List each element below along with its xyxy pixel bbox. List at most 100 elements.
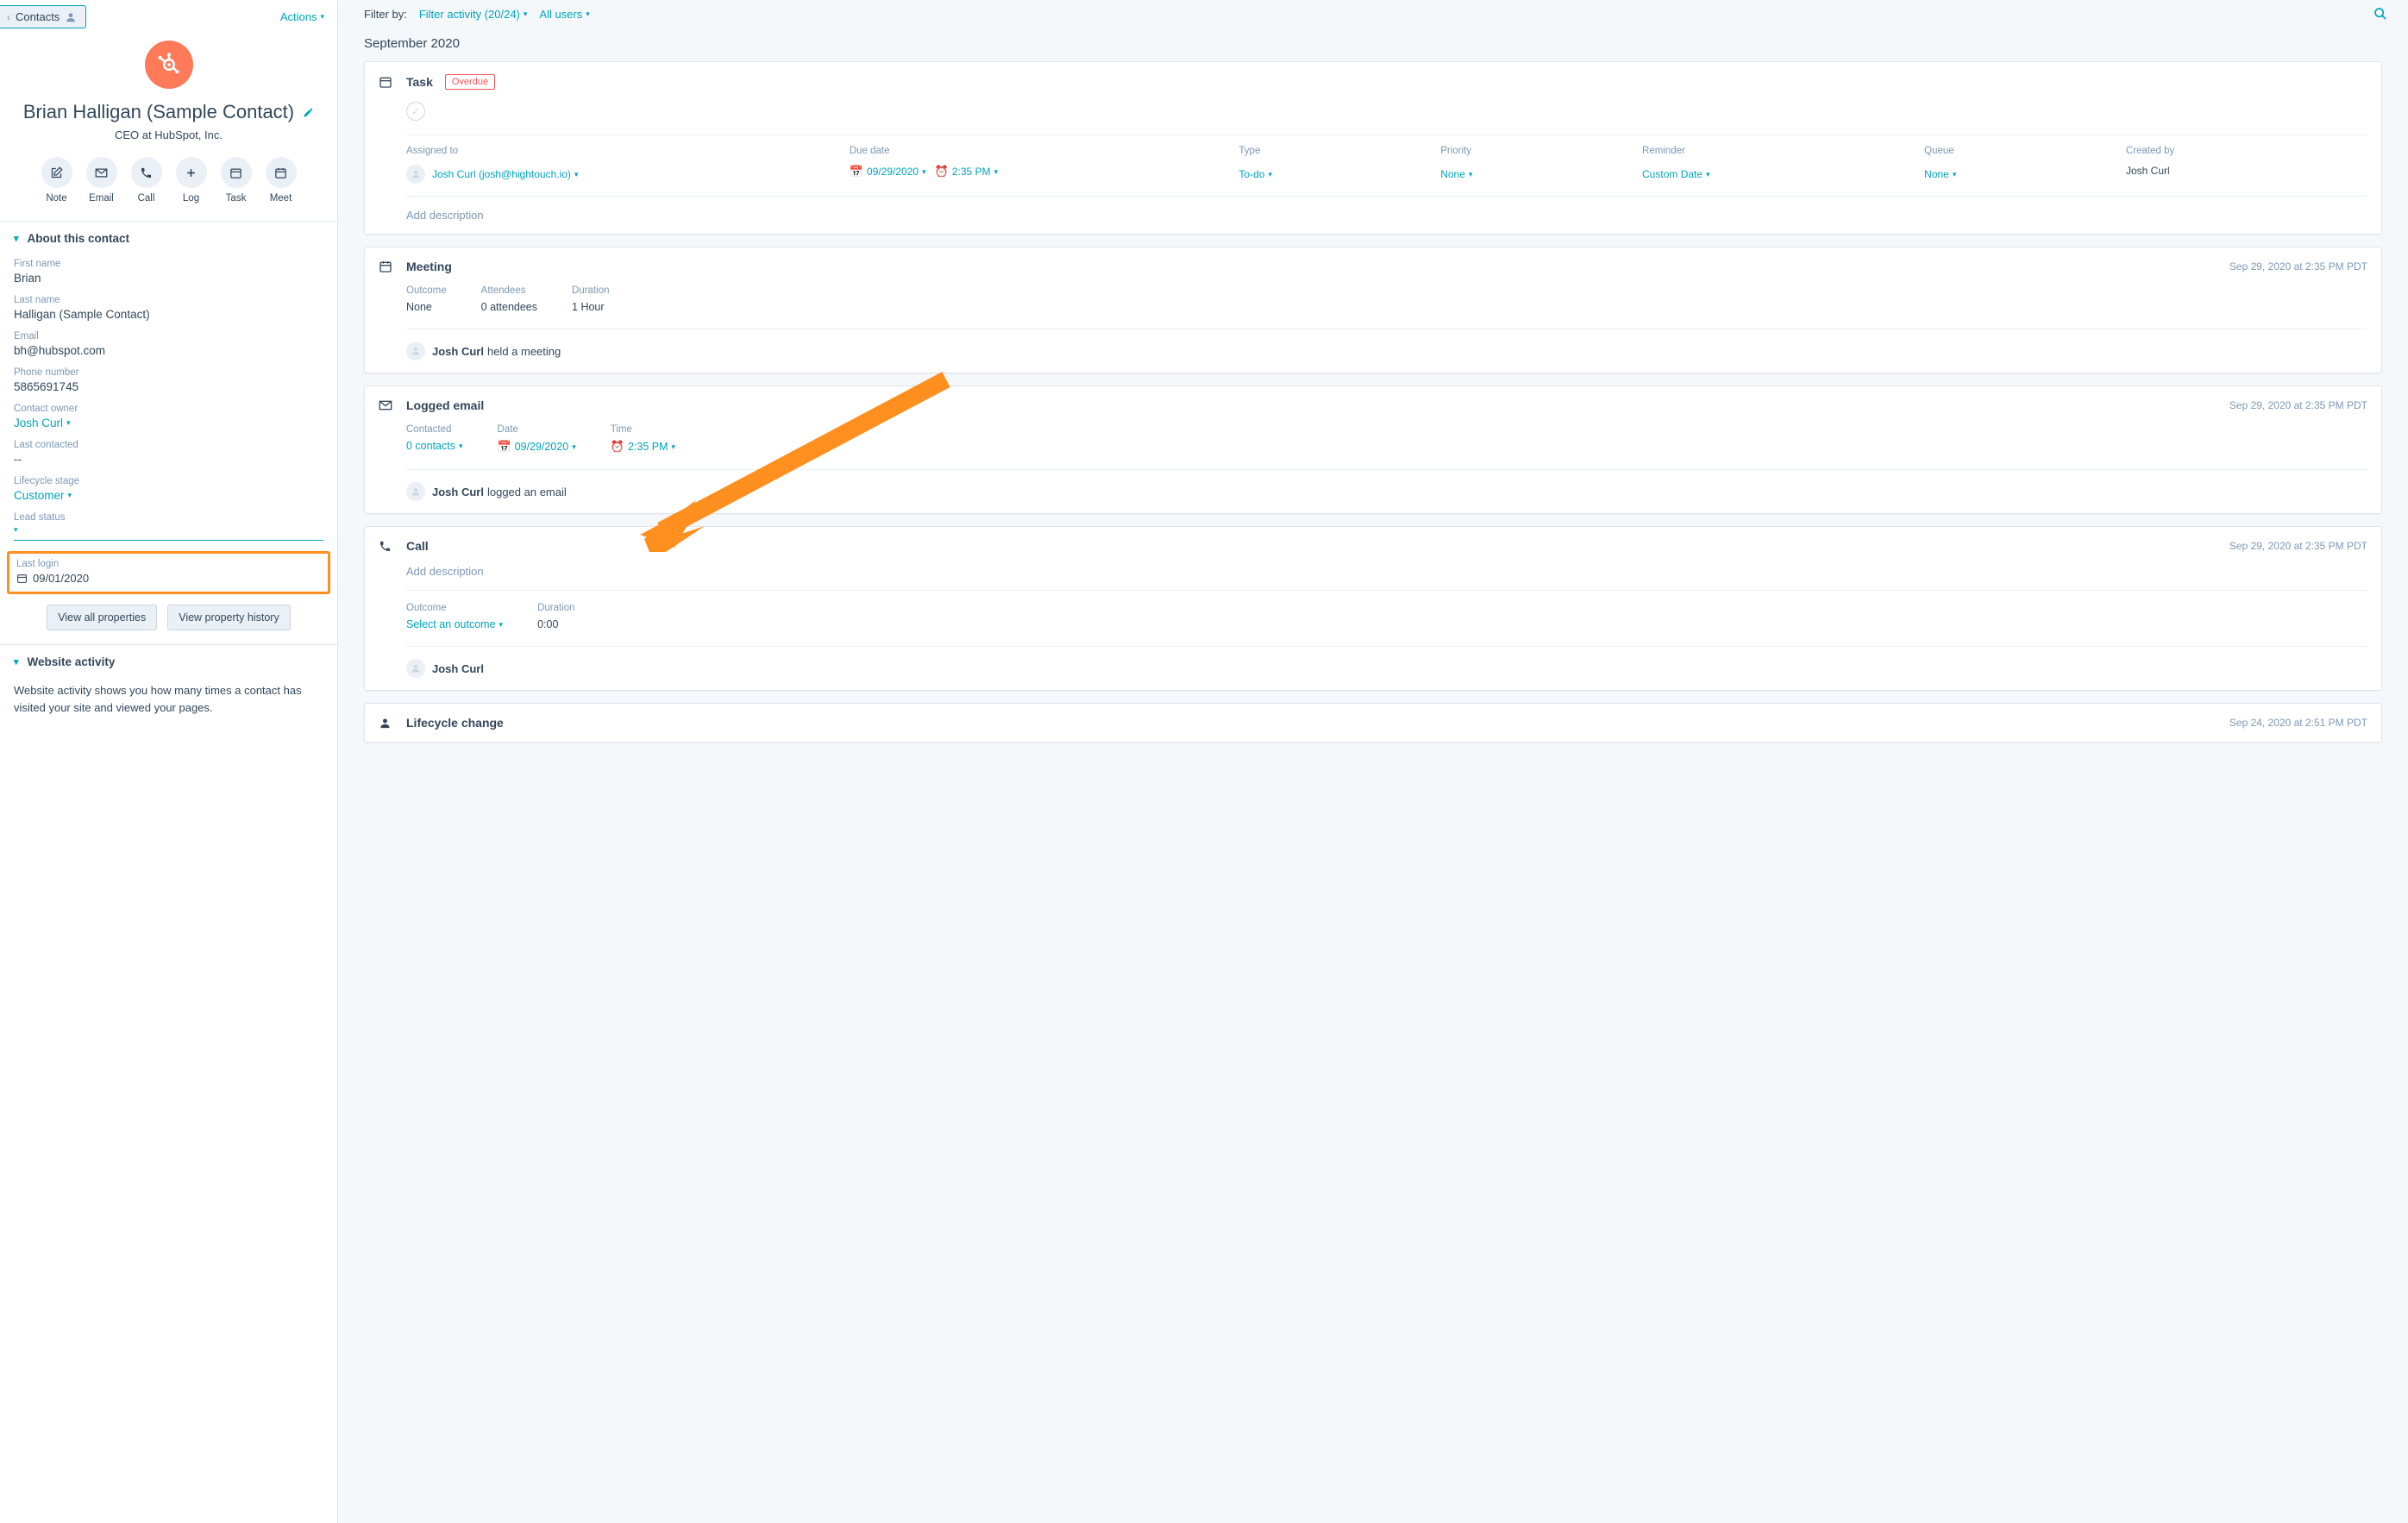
priority-label: Priority (1440, 146, 1628, 156)
sidebar-top-bar: ‹ Contacts Actions ▾ (0, 0, 337, 34)
add-description[interactable]: Add description (406, 196, 2367, 222)
filter-activity-dropdown[interactable]: Filter activity (20/24)▾ (419, 8, 528, 21)
overdue-badge: Overdue (445, 74, 495, 90)
edit-name-button[interactable] (303, 107, 314, 118)
card-title: Call (406, 539, 429, 553)
about-section-header[interactable]: ▾ About this contact (0, 221, 337, 255)
contacted-value[interactable]: 0 contacts ▾ (406, 440, 463, 452)
clock-icon: ⏰ (935, 165, 949, 178)
outcome-label: Outcome (406, 603, 503, 613)
actions-dropdown[interactable]: Actions ▾ (280, 10, 324, 23)
pencil-icon (303, 107, 314, 118)
calendar-icon: 📅 (498, 440, 511, 453)
email-icon (379, 398, 394, 412)
call-button[interactable]: Call (131, 157, 162, 204)
email-button[interactable]: Email (86, 157, 117, 204)
time-label: Time (611, 424, 675, 435)
last-contacted-label: Last contacted (14, 440, 323, 450)
quick-actions: Note Email Call Log Task Meet (17, 157, 320, 204)
card-title: Task (406, 75, 433, 89)
card-title: Logged email (406, 398, 484, 412)
assigned-to-value[interactable]: Josh Curl (josh@hightouch.io) ▾ (406, 165, 836, 184)
properties-list: First name Brian Last name Halligan (Sampl… (0, 255, 337, 644)
task-complete-checkbox[interactable]: ✓ (406, 102, 425, 121)
website-activity-header[interactable]: ▾ Website activity (0, 644, 337, 679)
lifecycle-change-card[interactable]: Lifecycle change Sep 24, 2020 at 2:51 PM… (364, 703, 2382, 743)
timeline: Task Overdue ✓ Assigned to Due date Type… (338, 61, 2408, 780)
card-timestamp: Sep 29, 2020 at 2:35 PM PDT (2229, 260, 2367, 273)
note-button[interactable]: Note (41, 157, 72, 204)
lifecycle-value[interactable]: Customer▾ (14, 489, 323, 502)
contact-avatar[interactable] (145, 41, 193, 89)
search-button[interactable] (2374, 7, 2387, 21)
caret-down-icon: ▾ (66, 418, 71, 428)
view-all-properties-button[interactable]: View all properties (47, 605, 157, 630)
date-label: Date (498, 424, 576, 435)
view-property-history-button[interactable]: View property history (167, 605, 291, 630)
last-login-value[interactable]: 09/01/2020 (16, 572, 321, 585)
duration-value[interactable]: 1 Hour (572, 301, 609, 313)
filter-users-dropdown[interactable]: All users▾ (539, 8, 589, 21)
date-value[interactable]: 📅09/29/2020 ▾ (498, 440, 576, 454)
phone-icon (140, 166, 153, 179)
contact-name: Brian Halligan (Sample Contact) (23, 101, 294, 123)
chevron-left-icon: ‹ (7, 11, 10, 23)
activity-timeline-panel: Filter by: Filter activity (20/24)▾ All … (338, 0, 2408, 1523)
card-timestamp: Sep 29, 2020 at 2:35 PM PDT (2229, 399, 2367, 411)
reminder-label: Reminder (1642, 146, 1910, 156)
time-value[interactable]: ⏰2:35 PM ▾ (611, 440, 675, 454)
card-timestamp: Sep 24, 2020 at 2:51 PM PDT (2229, 717, 2367, 729)
outcome-value[interactable]: Select an outcome ▾ (406, 618, 503, 630)
task-icon (229, 166, 242, 179)
task-card[interactable]: Task Overdue ✓ Assigned to Due date Type… (364, 61, 2382, 235)
caret-down-icon: ▾ (14, 233, 19, 244)
attendees-label: Attendees (481, 285, 537, 296)
calendar-icon: 📅 (850, 165, 863, 178)
attendees-value[interactable]: 0 attendees (481, 301, 537, 313)
caret-down-icon: ▾ (586, 9, 590, 19)
type-label: Type (1238, 146, 1427, 156)
filter-prefix: Filter by: (364, 8, 407, 21)
calendar-icon (274, 166, 287, 179)
last-name-label: Last name (14, 295, 323, 305)
owner-value[interactable]: Josh Curl▾ (14, 417, 323, 429)
last-name-value[interactable]: Halligan (Sample Contact) (14, 308, 323, 321)
email-label: Email (14, 331, 323, 342)
first-name-value[interactable]: Brian (14, 272, 323, 285)
task-icon (379, 75, 394, 89)
queue-label: Queue (1924, 146, 2112, 156)
card-title: Meeting (406, 260, 452, 273)
plus-icon (185, 166, 198, 179)
duration-value[interactable]: 0:00 (537, 618, 574, 630)
back-to-contacts[interactable]: ‹ Contacts (0, 5, 86, 28)
last-login-label: Last login (16, 559, 321, 569)
add-description[interactable]: Add description (406, 565, 2367, 578)
outcome-value[interactable]: None (406, 301, 447, 313)
log-button[interactable]: Log (176, 157, 207, 204)
note-icon (50, 166, 63, 179)
caret-down-icon: ▾ (14, 656, 19, 667)
reminder-value[interactable]: Custom Date ▾ (1642, 165, 1910, 184)
lead-status-value[interactable]: ▾ (14, 525, 323, 535)
email-icon (95, 166, 108, 179)
type-value[interactable]: To-do ▾ (1238, 165, 1427, 184)
meeting-card[interactable]: Meeting Sep 29, 2020 at 2:35 PM PDT Outc… (364, 247, 2382, 373)
contact-subtitle: CEO at HubSpot, Inc. (17, 128, 320, 141)
phone-value[interactable]: 5865691745 (14, 380, 323, 393)
attribution: Josh Curl logged an email (406, 469, 2367, 501)
contacted-label: Contacted (406, 424, 463, 435)
priority-value[interactable]: None ▾ (1440, 165, 1628, 184)
duration-label: Duration (572, 285, 609, 296)
task-button[interactable]: Task (221, 157, 252, 204)
phone-icon (379, 540, 394, 553)
logged-email-card[interactable]: Logged email Sep 29, 2020 at 2:35 PM PDT… (364, 385, 2382, 514)
first-name-label: First name (14, 259, 323, 269)
due-date-value[interactable]: 📅09/29/2020 ▾ ⏰2:35 PM ▾ (850, 165, 1226, 184)
meet-button[interactable]: Meet (266, 157, 297, 204)
last-contacted-value[interactable]: -- (14, 453, 323, 466)
email-value[interactable]: bh@hubspot.com (14, 344, 323, 357)
created-by-label: Created by (2126, 146, 2367, 156)
queue-value[interactable]: None ▾ (1924, 165, 2112, 184)
filter-bar: Filter by: Filter activity (20/24)▾ All … (338, 0, 2408, 28)
call-card[interactable]: Call Sep 29, 2020 at 2:35 PM PDT Add des… (364, 526, 2382, 691)
